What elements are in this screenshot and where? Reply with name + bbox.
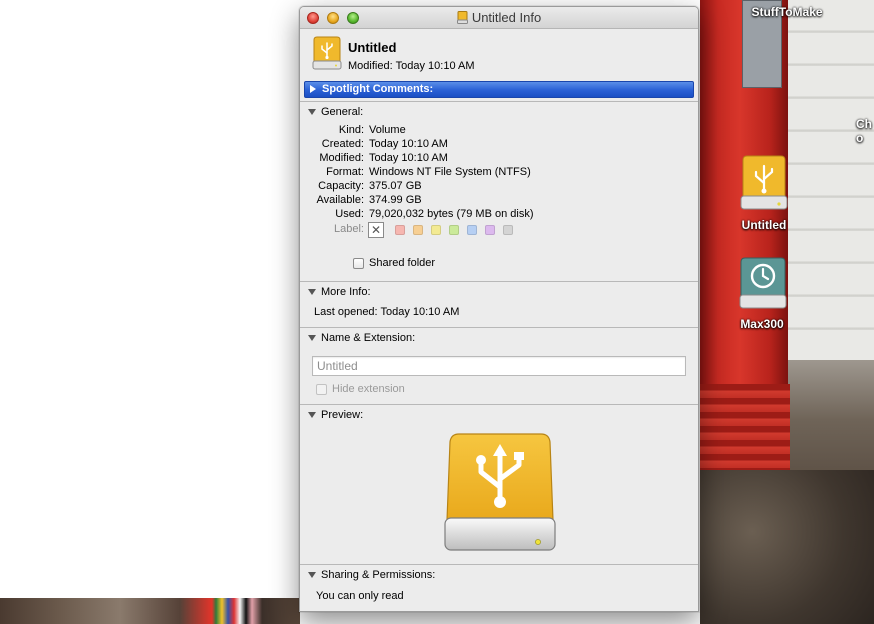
time-machine-drive-icon bbox=[739, 257, 787, 309]
desktop-item-max300[interactable]: Max300 bbox=[718, 256, 808, 331]
disclosure-down-icon[interactable] bbox=[308, 572, 316, 578]
name-input[interactable]: Untitled bbox=[312, 356, 686, 376]
capacity-value: 375.07 GB bbox=[369, 180, 422, 192]
label-color-swatch[interactable] bbox=[503, 225, 513, 235]
item-modified: Modified: Today 10:10 AM bbox=[348, 60, 478, 72]
wallpaper-postbox-bands bbox=[700, 384, 790, 470]
preview-section: Preview: bbox=[300, 404, 698, 564]
desktop-item-label: Max300 bbox=[740, 317, 784, 331]
disclosure-down-icon[interactable] bbox=[308, 109, 316, 115]
preview-section-header[interactable]: Preview: bbox=[300, 405, 698, 425]
capacity-key: Capacity: bbox=[318, 180, 364, 192]
label-color-swatch[interactable] bbox=[449, 225, 459, 235]
kind-row: Kind: Volume bbox=[300, 124, 698, 138]
sharing-permissions-section-label: Sharing & Permissions: bbox=[321, 569, 436, 581]
label-color-swatch[interactable] bbox=[395, 225, 405, 235]
more-info-section-label: More Info: bbox=[321, 286, 371, 298]
label-row: Label: ✕ bbox=[300, 222, 698, 242]
more-info-section-header[interactable]: More Info: bbox=[300, 282, 698, 302]
used-row: Used: 79,020,032 bytes (79 MB on disk) bbox=[300, 208, 698, 222]
last-opened-row: Last opened: Today 10:10 AM bbox=[314, 306, 459, 318]
modified-key: Modified: bbox=[319, 152, 364, 164]
created-key: Created: bbox=[321, 138, 364, 150]
sharing-permissions-section-header[interactable]: Sharing & Permissions: bbox=[300, 565, 698, 585]
sharing-permissions-section: Sharing & Permissions: You can only read bbox=[300, 564, 698, 611]
label-color-swatch[interactable] bbox=[431, 225, 441, 235]
desktop-white-area bbox=[0, 0, 300, 598]
desktop-item-stufftomake[interactable]: StuffToMake bbox=[742, 5, 832, 19]
wallpaper-strip bbox=[0, 598, 300, 624]
format-key: Format: bbox=[326, 166, 364, 178]
usb-drive-icon bbox=[443, 432, 557, 557]
desktop-item-partial[interactable]: Ch o bbox=[856, 117, 874, 145]
more-info-section: More Info: Last opened: Today 10:10 AM bbox=[300, 281, 698, 327]
disclosure-down-icon[interactable] bbox=[308, 289, 316, 295]
capacity-row: Capacity: 375.07 GB bbox=[300, 180, 698, 194]
general-section-header[interactable]: General: bbox=[300, 102, 698, 122]
name-extension-section-header[interactable]: Name & Extension: bbox=[300, 328, 698, 348]
general-rows: Kind: Volume Created: Today 10:10 AM Modif… bbox=[300, 122, 698, 242]
shared-folder-label: Shared folder bbox=[369, 257, 436, 269]
item-header: Untitled Modified: Today 10:10 AM bbox=[300, 29, 698, 81]
available-row: Available: 374.99 GB bbox=[300, 194, 698, 208]
last-opened-value: Today 10:10 AM bbox=[380, 306, 460, 318]
desktop-item-label: Untitled bbox=[741, 218, 787, 232]
available-value: 374.99 GB bbox=[369, 194, 422, 206]
modified-row-value: Today 10:10 AM bbox=[369, 152, 448, 164]
desktop-item-label: Ch o bbox=[856, 117, 872, 145]
format-row: Format: Windows NT File System (NTFS) bbox=[300, 166, 698, 180]
permission-status: You can only read bbox=[316, 590, 404, 602]
window-title-text: Untitled Info bbox=[471, 10, 542, 25]
info-window: Untitled Info Untitled Modified: Today 10… bbox=[299, 6, 699, 612]
title-bar[interactable]: Untitled Info bbox=[300, 7, 698, 29]
general-section: General: Kind: Volume Created: Today 10:10… bbox=[300, 101, 698, 281]
label-none-button[interactable]: ✕ bbox=[368, 222, 384, 238]
hide-extension-checkbox[interactable] bbox=[316, 384, 327, 395]
label-color-swatch[interactable] bbox=[467, 225, 477, 235]
spotlight-comments-label: Spotlight Comments: bbox=[322, 83, 434, 95]
disclosure-right-icon[interactable] bbox=[310, 85, 316, 93]
general-section-label: General: bbox=[321, 106, 364, 118]
modified-value: Today 10:10 AM bbox=[395, 60, 475, 72]
name-extension-section-label: Name & Extension: bbox=[321, 332, 416, 344]
desktop-item-label: StuffToMake bbox=[751, 5, 823, 19]
desktop-item-untitled[interactable]: Untitled bbox=[719, 154, 809, 232]
used-value: 79,020,032 bytes (79 MB on disk) bbox=[369, 208, 534, 220]
label-color-swatch[interactable] bbox=[485, 225, 495, 235]
label-key: Label: bbox=[334, 223, 364, 235]
last-opened-label: Last opened: bbox=[314, 306, 378, 318]
disclosure-down-icon[interactable] bbox=[308, 335, 316, 341]
kind-value: Volume bbox=[369, 124, 406, 136]
label-color-swatch[interactable] bbox=[413, 225, 423, 235]
available-key: Available: bbox=[316, 194, 365, 206]
created-row: Created: Today 10:10 AM bbox=[300, 138, 698, 152]
usb-drive-icon bbox=[312, 36, 342, 73]
modified-row: Modified: Today 10:10 AM bbox=[300, 152, 698, 166]
disclosure-down-icon[interactable] bbox=[308, 412, 316, 418]
used-key: Used: bbox=[335, 208, 364, 220]
usb-drive-icon bbox=[456, 11, 468, 27]
item-name: Untitled bbox=[348, 40, 397, 55]
created-value: Today 10:10 AM bbox=[369, 138, 448, 150]
name-extension-section: Name & Extension: Untitled Hide extensio… bbox=[300, 327, 698, 404]
usb-drive-icon bbox=[740, 155, 788, 210]
hide-extension-label: Hide extension bbox=[332, 383, 405, 395]
wallpaper-ground bbox=[700, 470, 874, 624]
shared-folder-checkbox[interactable] bbox=[353, 258, 364, 269]
spotlight-comments-header[interactable]: Spotlight Comments: bbox=[304, 81, 694, 98]
modified-label: Modified: bbox=[348, 60, 393, 72]
format-value: Windows NT File System (NTFS) bbox=[369, 166, 531, 178]
window-title: Untitled Info bbox=[300, 10, 698, 27]
kind-key: Kind: bbox=[338, 124, 364, 136]
preview-section-label: Preview: bbox=[321, 409, 364, 421]
